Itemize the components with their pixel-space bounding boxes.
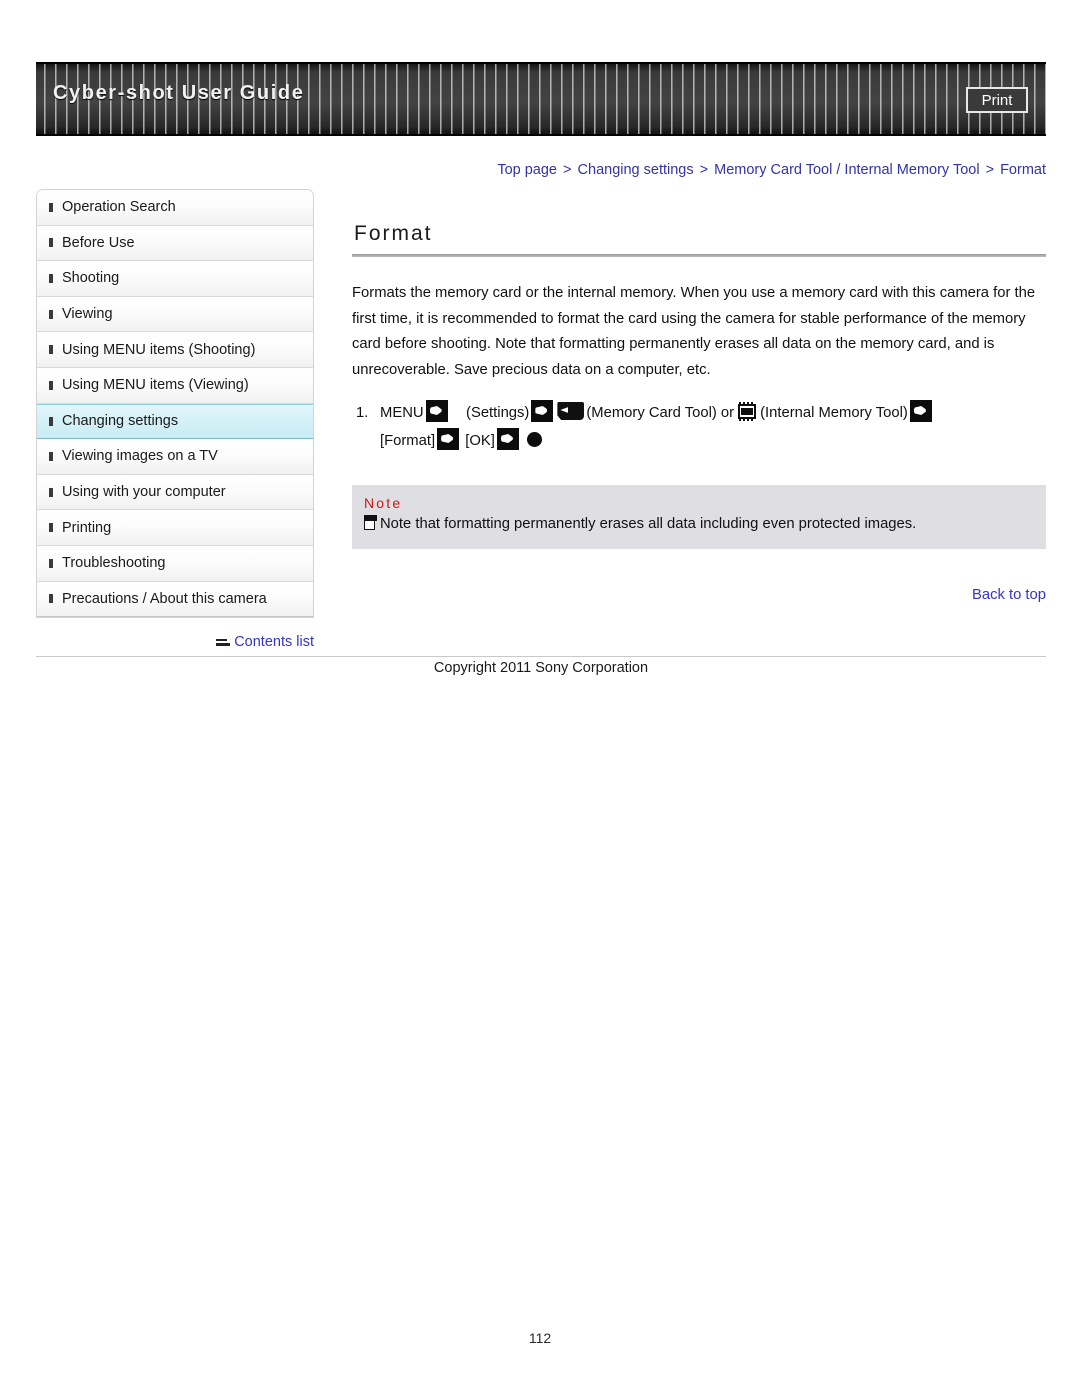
- sidebar-item-troubleshooting[interactable]: Troubleshooting: [37, 545, 313, 582]
- note-line: Note that formatting permanently erases …: [364, 513, 1034, 535]
- step-number: 1.: [356, 405, 369, 421]
- sidebar-item-using-menu-items-viewing[interactable]: Using MENU items (Viewing): [37, 367, 313, 404]
- note-text: Note that formatting permanently erases …: [380, 516, 917, 532]
- back-to-top-link[interactable]: Back to top: [352, 587, 1046, 603]
- bullet-icon: [49, 416, 53, 426]
- sidebar-item-label: Shooting: [62, 270, 120, 287]
- control-button-icon: [425, 400, 448, 422]
- main-content: Format Formats the memory card or the in…: [352, 222, 1046, 603]
- note-bullet-icon: [364, 515, 379, 531]
- site-header: Cyber-shot User Guide Print: [36, 62, 1046, 136]
- center-button-icon: [526, 432, 542, 447]
- bullet-icon: [49, 309, 53, 319]
- header-title: Cyber-shot User Guide: [53, 82, 305, 104]
- bullet-icon: [49, 345, 53, 355]
- footer-divider: [36, 656, 1046, 657]
- sidebar-item-label: Using MENU items (Viewing): [62, 377, 249, 394]
- sidebar-item-viewing-images-on-a-tv[interactable]: Viewing images on a TV: [37, 439, 313, 475]
- step-menu-label: MENU: [380, 405, 424, 421]
- step-settings-label: (Settings): [466, 405, 530, 421]
- sidebar-item-label: Changing settings: [62, 413, 179, 430]
- breadcrumb: Top page > Changing settings > Memory Ca…: [36, 162, 1046, 178]
- note-box: Note Note that formatting permanently er…: [352, 485, 1046, 549]
- contents-list-icon: [216, 637, 231, 647]
- sidebar-item-precautions-about-this-camera[interactable]: Precautions / About this camera: [37, 581, 313, 618]
- page-number: 112: [528, 1330, 552, 1346]
- bullet-icon: [49, 594, 53, 604]
- breadcrumb-separator: >: [985, 162, 995, 178]
- bullet-icon: [49, 558, 53, 568]
- sidebar-item-label: Printing: [62, 519, 112, 536]
- page-title: Format: [354, 222, 433, 245]
- note-title: Note: [364, 495, 403, 511]
- sidebar-item-changing-settings[interactable]: Changing settings: [37, 403, 313, 440]
- breadcrumb-item-changing-settings[interactable]: Changing settings: [578, 162, 694, 178]
- internal-memory-chip-icon: [736, 402, 758, 421]
- breadcrumb-item-top-page[interactable]: Top page: [497, 162, 557, 178]
- print-button[interactable]: Print: [966, 87, 1028, 113]
- sidebar-item-label: Precautions / About this camera: [62, 590, 267, 607]
- sidebar-item-viewing[interactable]: Viewing: [37, 296, 313, 333]
- bullet-icon: [49, 380, 53, 390]
- breadcrumb-item-memory-card-tool[interactable]: Memory Card Tool / Internal Memory Tool: [714, 162, 979, 178]
- control-button-icon: [909, 400, 932, 422]
- bullet-icon: [49, 273, 53, 283]
- sidebar-item-label: Viewing: [62, 306, 113, 323]
- control-button-icon: [437, 428, 460, 450]
- sidebar-item-label: Using with your computer: [62, 484, 226, 501]
- copyright-text: Copyright 2011 Sony Corporation: [433, 660, 649, 676]
- memory-card-icon: [557, 402, 585, 420]
- step-memory-card-tool-label: (Memory Card Tool) or: [586, 405, 735, 421]
- title-divider: [352, 254, 1046, 257]
- bullet-icon: [49, 487, 53, 497]
- sidebar-item-using-with-your-computer[interactable]: Using with your computer: [37, 474, 313, 511]
- breadcrumb-separator: >: [563, 162, 572, 178]
- step-ok-label: [OK]: [465, 433, 495, 449]
- control-button-icon: [496, 428, 519, 450]
- sidebar-item-label: Using MENU items (Shooting): [62, 341, 256, 358]
- sidebar-item-label: Viewing images on a TV: [62, 448, 218, 465]
- sidebar-item-label: Operation Search: [62, 199, 176, 216]
- sidebar-item-printing[interactable]: Printing: [37, 510, 313, 546]
- procedure-step-1: 1. MENU (Settings) (Memory Card Tool) or (…: [352, 399, 1046, 455]
- sidebar-item-before-use[interactable]: Before Use: [37, 225, 313, 262]
- sidebar-item-label: Troubleshooting: [62, 555, 166, 572]
- control-button-icon: [531, 400, 554, 422]
- breadcrumb-item-format[interactable]: Format: [1000, 162, 1046, 178]
- bullet-icon: [49, 523, 53, 533]
- step-internal-memory-tool-label: (Internal Memory Tool): [760, 405, 908, 421]
- sidebar-item-shooting[interactable]: Shooting: [37, 261, 313, 297]
- sidebar-item-label: Before Use: [62, 234, 135, 251]
- sidebar-item-operation-search[interactable]: Operation Search: [37, 190, 313, 226]
- bullet-icon: [49, 202, 53, 212]
- contents-list-label: Contents list: [234, 634, 314, 650]
- bullet-icon: [49, 238, 53, 248]
- breadcrumb-separator: >: [699, 162, 709, 178]
- contents-list-link[interactable]: Contents list: [216, 634, 314, 650]
- sidebar-item-using-menu-items-shooting[interactable]: Using MENU items (Shooting): [37, 332, 313, 368]
- bullet-icon: [49, 451, 53, 461]
- step-format-label: [Format]: [380, 433, 436, 449]
- intro-paragraph: Formats the memory card or the internal …: [352, 285, 1036, 378]
- sidebar-nav: Operation Search Before Use Shooting Vie…: [36, 189, 314, 619]
- contents-list-row: Contents list: [36, 634, 314, 651]
- step-text: MENU (Settings) (Memory Card Tool) or (Int…: [380, 399, 1046, 455]
